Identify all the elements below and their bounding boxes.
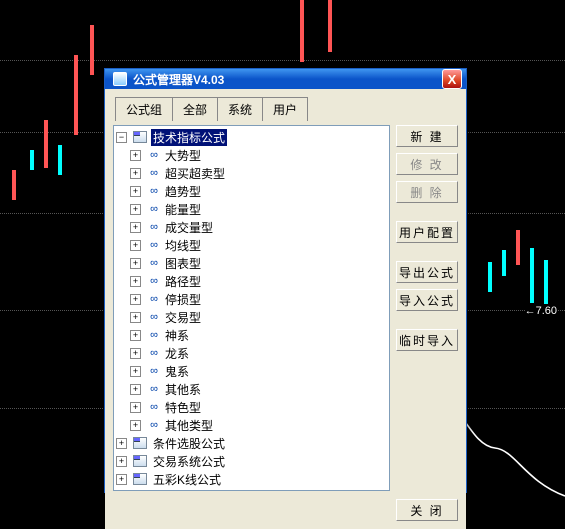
tree-node[interactable]: +∞大势型 xyxy=(116,146,387,164)
expand-icon[interactable]: + xyxy=(116,456,127,467)
tree-node[interactable]: +∞交易型 xyxy=(116,308,387,326)
formula-tree[interactable]: − 技术指标公式 +∞大势型 +∞超买超卖型 +∞趋势型 +∞能量型 +∞成交量… xyxy=(113,125,390,491)
expand-icon[interactable]: + xyxy=(130,258,141,269)
tree-node[interactable]: +∞路径型 xyxy=(116,272,387,290)
infinity-icon: ∞ xyxy=(147,239,161,251)
tree-label[interactable]: 技术指标公式 xyxy=(151,129,227,146)
tree-node[interactable]: +∞能量型 xyxy=(116,200,387,218)
infinity-icon: ∞ xyxy=(147,365,161,377)
tree-node[interactable]: +条件选股公式 xyxy=(116,434,387,452)
infinity-icon: ∞ xyxy=(147,347,161,359)
infinity-icon: ∞ xyxy=(147,149,161,161)
expand-icon[interactable]: + xyxy=(130,168,141,179)
tree-node[interactable]: +交易系统公式 xyxy=(116,452,387,470)
expand-icon[interactable]: + xyxy=(130,276,141,287)
tab-formula-group[interactable]: 公式组 xyxy=(115,97,173,121)
dialog-footer: 关 闭 xyxy=(113,495,458,521)
tree-node[interactable]: +∞停损型 xyxy=(116,290,387,308)
folder-icon xyxy=(133,131,147,143)
expand-icon[interactable]: + xyxy=(130,294,141,305)
collapse-icon[interactable]: − xyxy=(116,132,127,143)
expand-icon[interactable]: + xyxy=(130,222,141,233)
tree-node[interactable]: +∞鬼系 xyxy=(116,362,387,380)
tree-node[interactable]: +∞神系 xyxy=(116,326,387,344)
close-icon[interactable]: X xyxy=(442,69,462,89)
dialog-body: 公式组 全部 系统 用户 − 技术指标公式 +∞大势型 +∞超买超卖型 xyxy=(105,89,466,529)
temp-import-button[interactable]: 临时导入 xyxy=(396,329,458,351)
tree-node[interactable]: +∞成交量型 xyxy=(116,218,387,236)
tab-all[interactable]: 全部 xyxy=(172,97,218,121)
tab-system[interactable]: 系统 xyxy=(217,97,263,121)
new-button[interactable]: 新 建 xyxy=(396,125,458,147)
tree-node[interactable]: +∞均线型 xyxy=(116,236,387,254)
infinity-icon: ∞ xyxy=(147,401,161,413)
tree-node[interactable]: +∞龙系 xyxy=(116,344,387,362)
app-icon xyxy=(113,72,127,86)
infinity-icon: ∞ xyxy=(147,311,161,323)
dialog-title: 公式管理器V4.03 xyxy=(133,71,442,88)
infinity-icon: ∞ xyxy=(147,275,161,287)
expand-icon[interactable]: + xyxy=(116,438,127,449)
folder-icon xyxy=(133,473,147,485)
tab-user[interactable]: 用户 xyxy=(262,97,308,121)
infinity-icon: ∞ xyxy=(147,203,161,215)
tree-node[interactable]: +∞特色型 xyxy=(116,398,387,416)
tree-node[interactable]: +∞趋势型 xyxy=(116,182,387,200)
import-button[interactable]: 导入公式 xyxy=(396,289,458,311)
close-button[interactable]: 关 闭 xyxy=(396,499,458,521)
tree-node[interactable]: +∞其他类型 xyxy=(116,416,387,434)
expand-icon[interactable]: + xyxy=(130,402,141,413)
expand-icon[interactable]: + xyxy=(130,420,141,431)
export-button[interactable]: 导出公式 xyxy=(396,261,458,283)
tab-bar: 公式组 全部 系统 用户 xyxy=(113,97,458,121)
infinity-icon: ∞ xyxy=(147,257,161,269)
folder-icon xyxy=(133,455,147,467)
infinity-icon: ∞ xyxy=(147,419,161,431)
infinity-icon: ∞ xyxy=(147,293,161,305)
tree-node[interactable]: +∞其他系 xyxy=(116,380,387,398)
expand-icon[interactable]: + xyxy=(130,366,141,377)
price-label: ←7.60 xyxy=(525,305,557,317)
infinity-icon: ∞ xyxy=(147,185,161,197)
titlebar[interactable]: 公式管理器V4.03 X xyxy=(105,69,466,89)
infinity-icon: ∞ xyxy=(147,329,161,341)
expand-icon[interactable]: + xyxy=(130,384,141,395)
infinity-icon: ∞ xyxy=(147,383,161,395)
tree-node[interactable]: +五彩K线公式 xyxy=(116,470,387,488)
expand-icon[interactable]: + xyxy=(130,240,141,251)
delete-button[interactable]: 删 除 xyxy=(396,181,458,203)
formula-manager-dialog: 公式管理器V4.03 X 公式组 全部 系统 用户 − 技术指标公式 xyxy=(104,68,467,493)
expand-icon[interactable]: + xyxy=(130,312,141,323)
tree-node[interactable]: +∞图表型 xyxy=(116,254,387,272)
user-config-button[interactable]: 用户配置 xyxy=(396,221,458,243)
modify-button[interactable]: 修 改 xyxy=(396,153,458,175)
expand-icon[interactable]: + xyxy=(130,186,141,197)
infinity-icon: ∞ xyxy=(147,221,161,233)
button-column: 新 建 修 改 删 除 用户配置 导出公式 导入公式 临时导入 xyxy=(396,125,458,491)
folder-icon xyxy=(133,437,147,449)
expand-icon[interactable]: + xyxy=(116,474,127,485)
expand-icon[interactable]: + xyxy=(130,330,141,341)
infinity-icon: ∞ xyxy=(147,167,161,179)
tree-node[interactable]: +∞超买超卖型 xyxy=(116,164,387,182)
tree-node[interactable]: − 技术指标公式 xyxy=(116,128,387,146)
expand-icon[interactable]: + xyxy=(130,150,141,161)
expand-icon[interactable]: + xyxy=(130,204,141,215)
expand-icon[interactable]: + xyxy=(130,348,141,359)
